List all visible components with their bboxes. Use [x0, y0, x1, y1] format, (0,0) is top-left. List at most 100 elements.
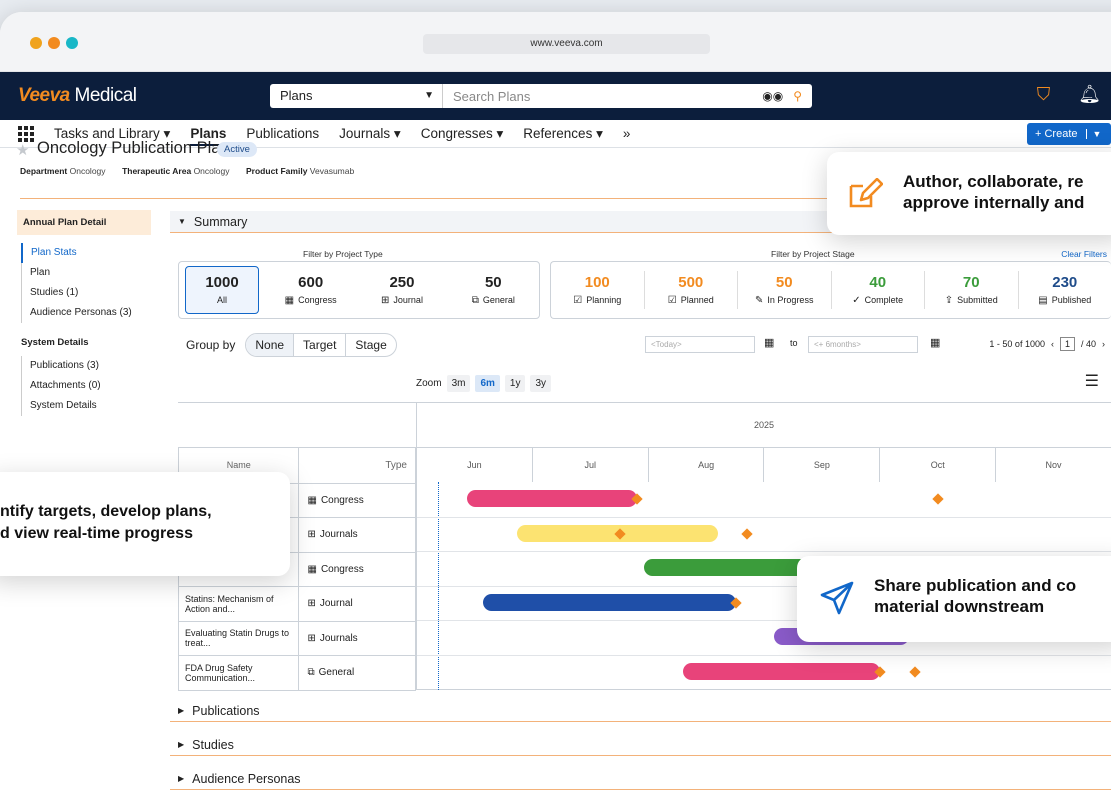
gantt-bar[interactable] — [467, 490, 637, 507]
type-filter-congress[interactable]: 600▦Congress — [265, 274, 356, 306]
row-name[interactable]: FDA Drug Safety Communication... — [179, 656, 299, 690]
sidebar-item-audience-personas[interactable]: Audience Personas (3) — [22, 303, 151, 323]
next-page-icon[interactable]: › — [1102, 339, 1105, 349]
window-close-dot[interactable] — [30, 37, 42, 49]
bell-icon[interactable]: 🔔︎ — [1078, 84, 1101, 105]
stage-filter-in-progress[interactable]: 50✎In Progress — [738, 274, 831, 306]
search-icon[interactable]: ⚲ — [793, 89, 802, 103]
callout-top-right-line1: Author, collaborate, re — [903, 172, 1083, 192]
type-filter-journal[interactable]: 250⊞Journal — [356, 274, 447, 306]
type-icon: ⊞ — [307, 598, 315, 609]
table-row[interactable]: Statins: Mechanism of Action and...⊞Jour… — [179, 586, 416, 621]
start-date-input[interactable]: <Today> — [645, 336, 755, 353]
zoom-3m[interactable]: 3m — [447, 375, 471, 392]
row-type: ⊞Journal — [299, 587, 416, 621]
calendar-icon: ▦ — [285, 295, 294, 306]
type-filter-box: 1000All 600▦Congress 250⊞Journal 50⧉Gene… — [178, 261, 540, 319]
publications-section-header[interactable]: ▶Publications — [170, 700, 1111, 722]
window-max-dot[interactable] — [66, 37, 78, 49]
zoom-label: Zoom — [416, 378, 442, 389]
page-title: Oncology Publication Plan — [37, 139, 230, 158]
type-icon: ⧉ — [307, 667, 314, 678]
caret-down-icon: ▼ — [424, 84, 434, 108]
row-gridline — [417, 517, 1111, 518]
sidebar-item-plan[interactable]: Plan — [22, 263, 151, 283]
cart-icon[interactable]: ⛉ — [1037, 84, 1051, 105]
type-filter-general[interactable]: 50⧉General — [448, 274, 539, 306]
milestone-diamond[interactable] — [909, 666, 920, 677]
month-header: Aug — [648, 448, 764, 482]
group-by-none[interactable]: None — [246, 334, 293, 356]
sidebar-head[interactable]: Annual Plan Detail — [17, 210, 151, 235]
callout-top-right-line2: approve internally and — [903, 193, 1084, 213]
search-input[interactable]: Search Plans — [443, 89, 762, 104]
sidebar-item-studies[interactable]: Studies (1) — [22, 283, 151, 303]
stage-icon: ☑ — [668, 295, 677, 306]
end-date-input[interactable]: <+ 6months> — [808, 336, 918, 353]
table-row[interactable]: Evaluating Statin Drugs to treat...⊞Jour… — [179, 621, 416, 656]
sidebar-section-system: System Details — [17, 337, 151, 348]
studies-section-header[interactable]: ▶Studies — [170, 734, 1111, 756]
page-input[interactable]: 1 — [1060, 337, 1075, 351]
milestone-diamond[interactable] — [741, 528, 752, 539]
gantt-bar[interactable] — [683, 663, 880, 680]
stage-icon: ⇪ — [945, 295, 953, 306]
group-by-stage[interactable]: Stage — [345, 334, 395, 356]
zoom-1y[interactable]: 1y — [505, 375, 526, 392]
stage-filter-submitted[interactable]: 70⇪Submitted — [925, 274, 1018, 306]
row-name[interactable]: Statins: Mechanism of Action and... — [179, 587, 299, 621]
veeva-medical-logo[interactable]: Veeva Medical — [18, 85, 137, 107]
send-icon — [819, 580, 855, 616]
milestone-diamond[interactable] — [933, 493, 944, 504]
caret-right-icon: ▶ — [178, 774, 184, 783]
callout-left: ntify targets, develop plans, d view rea… — [0, 472, 290, 576]
binoculars-icon[interactable]: ◉◉ — [762, 89, 783, 103]
month-header: Jul — [532, 448, 648, 482]
prev-page-icon[interactable]: ‹ — [1051, 339, 1054, 349]
clear-filters-link[interactable]: Clear Filters — [1061, 249, 1107, 259]
window-min-dot[interactable] — [48, 37, 60, 49]
copy-icon: ⧉ — [472, 295, 479, 306]
zoom-6m[interactable]: 6m — [475, 375, 499, 392]
stage-filter-planning[interactable]: 100☑Planning — [551, 274, 644, 306]
url-bar[interactable]: www.veeva.com — [423, 34, 710, 54]
stage-icon: ✓ — [852, 295, 860, 306]
stage-filter-planned[interactable]: 500☑Planned — [645, 274, 738, 306]
gantt-bar[interactable] — [483, 594, 736, 611]
zoom-3y[interactable]: 3y — [530, 375, 551, 392]
sidebar-item-attachments[interactable]: Attachments (0) — [22, 376, 151, 396]
caret-down-icon: ▼ — [178, 217, 186, 226]
callout-left-line1: ntify targets, develop plans, — [0, 502, 212, 522]
stage-icon: ☑ — [573, 295, 582, 306]
row-type: ⧉General — [299, 656, 416, 690]
menu-icon[interactable]: ☰ — [1085, 371, 1099, 391]
pagination-range: 1 - 50 of 1000 — [989, 339, 1045, 349]
type-icon: ⊞ — [307, 529, 315, 540]
table-row[interactable]: FDA Drug Safety Communication...⧉General — [179, 655, 416, 690]
type-icon: ▦ — [307, 495, 316, 506]
calendar-icon[interactable]: ▦ — [930, 336, 940, 349]
row-name[interactable]: Evaluating Statin Drugs to treat... — [179, 622, 299, 656]
type-icon: ▦ — [307, 564, 316, 575]
stage-filter-published[interactable]: 230▤Published — [1019, 274, 1111, 306]
calendar-icon[interactable]: ▦ — [764, 336, 774, 349]
col-type-header[interactable]: Type — [299, 448, 416, 483]
group-by-target[interactable]: Target — [293, 334, 345, 356]
type-filter-all[interactable]: 1000All — [185, 266, 259, 314]
callout-bottom-right-line1: Share publication and co — [874, 576, 1076, 596]
stage-filter-complete[interactable]: 40✓Complete — [832, 274, 925, 306]
sidebar-item-plan-stats[interactable]: Plan Stats — [21, 243, 151, 263]
row-type: ⊞Journals — [299, 518, 416, 552]
favorite-star-icon[interactable]: ★ — [16, 141, 29, 159]
row-gridline — [417, 551, 1111, 552]
journal-icon: ⊞ — [381, 295, 389, 306]
sidebar-item-system-details[interactable]: System Details — [22, 396, 151, 416]
search-scope-select[interactable]: Plans▼ — [270, 84, 443, 108]
app-header: Veeva Medical Plans▼ Search Plans ◉◉ ⚲ ⛉… — [0, 72, 1111, 120]
audience-personas-section-header[interactable]: ▶Audience Personas — [170, 768, 1111, 790]
left-sidebar: Annual Plan Detail Plan Stats Plan Studi… — [17, 210, 151, 416]
sidebar-item-publications[interactable]: Publications (3) — [22, 356, 151, 376]
page-total: / 40 — [1081, 339, 1096, 349]
gantt-year: 2025 — [416, 403, 1111, 447]
browser-chrome: www.veeva.com — [0, 12, 1111, 72]
